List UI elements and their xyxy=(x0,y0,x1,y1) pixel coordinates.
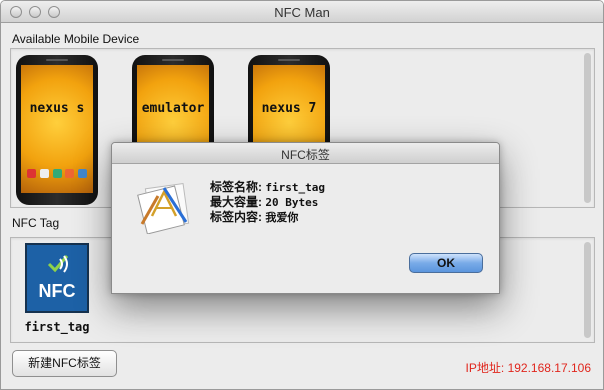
info-row-capacity: 最大容量: 20 Bytes xyxy=(210,195,325,210)
speaker xyxy=(162,59,184,61)
device-name: nexus s xyxy=(29,101,85,116)
tag-name: first_tag xyxy=(24,320,90,334)
nfc-tag-icon: NFC xyxy=(25,243,89,313)
speaker xyxy=(278,59,300,61)
new-nfc-tag-button[interactable]: 新建NFC标签 xyxy=(12,350,117,377)
tags-section-label: NFC Tag xyxy=(12,216,60,230)
ip-address: IP地址: 192.168.17.106 xyxy=(466,359,591,376)
title-bar: NFC Man xyxy=(1,1,603,23)
app-icons xyxy=(27,169,87,185)
app-icon xyxy=(52,169,62,178)
devices-scrollbar[interactable] xyxy=(584,53,591,203)
device-item[interactable]: nexus s xyxy=(16,55,98,205)
dialog-title: NFC标签 xyxy=(281,148,330,162)
app-builder-icon xyxy=(137,182,190,234)
dialog-title-bar: NFC标签 xyxy=(112,143,499,164)
info-value: first_tag xyxy=(265,181,325,194)
nfc-icon-text: NFC xyxy=(38,281,76,301)
info-value: 20 Bytes xyxy=(265,196,319,209)
tag-item[interactable]: NFC first_tag xyxy=(19,242,95,340)
tags-scrollbar[interactable] xyxy=(584,242,591,338)
speaker xyxy=(46,59,68,61)
info-key: 最大容量: xyxy=(210,195,262,209)
devices-section-label: Available Mobile Device xyxy=(12,32,140,46)
info-row-content: 标签内容: 我爱你 xyxy=(210,210,325,225)
nfc-tag-dialog: NFC标签 标签名称: first_tag 最大容量: 20 Bytes 标签内… xyxy=(111,142,500,294)
device-screen: nexus s xyxy=(21,65,93,193)
app-icon xyxy=(27,169,36,178)
tag-info-list: 标签名称: first_tag 最大容量: 20 Bytes 标签内容: 我爱你 xyxy=(210,180,325,225)
nfc-waves-icon xyxy=(47,255,69,273)
device-name: nexus 7 xyxy=(261,101,317,116)
app-icon xyxy=(39,169,49,178)
info-row-name: 标签名称: first_tag xyxy=(210,180,325,195)
ip-value: 192.168.17.106 xyxy=(507,361,591,375)
app-icon xyxy=(65,169,75,178)
ok-button[interactable]: OK xyxy=(409,253,483,273)
info-key: 标签名称: xyxy=(210,180,262,194)
ip-label: IP地址: xyxy=(465,361,505,375)
info-value: 我爱你 xyxy=(265,211,299,224)
window-title: NFC Man xyxy=(274,5,330,20)
app-icon xyxy=(78,169,87,178)
device-name: emulator xyxy=(141,101,205,116)
info-key: 标签内容: xyxy=(210,210,262,224)
